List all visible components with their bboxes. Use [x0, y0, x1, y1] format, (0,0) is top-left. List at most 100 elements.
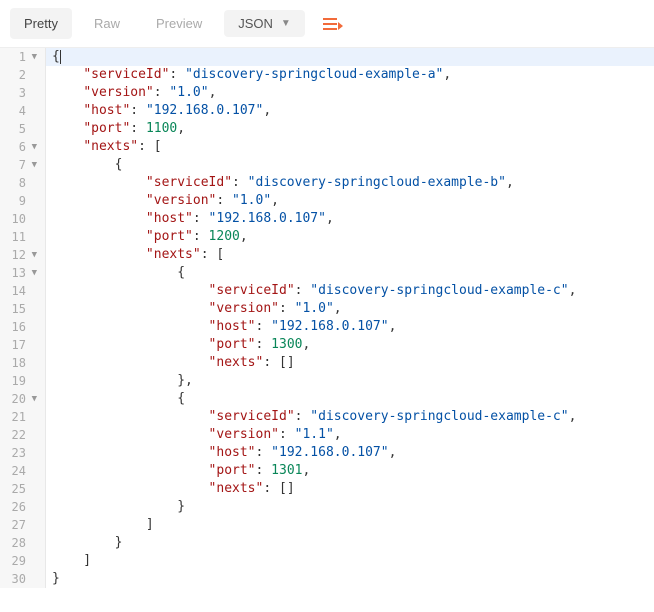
code-content: "serviceId": "discovery-springcloud-exam… [46, 408, 576, 426]
line-number: 25 [0, 480, 46, 498]
line-number: 1▼ [0, 48, 46, 66]
code-content: ] [46, 516, 154, 534]
code-line[interactable]: 7▼ { [0, 156, 654, 174]
code-line[interactable]: 9 "version": "1.0", [0, 192, 654, 210]
fold-toggle-icon[interactable]: ▼ [29, 48, 37, 66]
line-number: 14 [0, 282, 46, 300]
code-content: { [46, 264, 185, 282]
code-line[interactable]: 22 "version": "1.1", [0, 426, 654, 444]
code-content: "nexts": [] [46, 480, 295, 498]
code-line[interactable]: 23 "host": "192.168.0.107", [0, 444, 654, 462]
code-content: "nexts": [] [46, 354, 295, 372]
fold-toggle-icon[interactable]: ▼ [29, 138, 37, 156]
code-line[interactable]: 24 "port": 1301, [0, 462, 654, 480]
code-line[interactable]: 18 "nexts": [] [0, 354, 654, 372]
code-content: } [46, 498, 185, 516]
code-line[interactable]: 21 "serviceId": "discovery-springcloud-e… [0, 408, 654, 426]
code-content: "port": 1100, [46, 120, 185, 138]
line-number: 2 [0, 66, 46, 84]
fold-toggle-icon[interactable]: ▼ [29, 156, 37, 174]
line-number: 28 [0, 534, 46, 552]
code-line[interactable]: 17 "port": 1300, [0, 336, 654, 354]
code-content: "port": 1200, [46, 228, 248, 246]
code-content: { [46, 390, 185, 408]
fold-toggle-icon[interactable]: ▼ [29, 264, 37, 282]
code-content: "version": "1.0", [46, 300, 342, 318]
format-dropdown[interactable]: JSON ▼ [224, 10, 305, 37]
code-line[interactable]: 12▼ "nexts": [ [0, 246, 654, 264]
code-content: { [46, 156, 122, 174]
line-number: 21 [0, 408, 46, 426]
code-line[interactable]: 8 "serviceId": "discovery-springcloud-ex… [0, 174, 654, 192]
code-line[interactable]: 4 "host": "192.168.0.107", [0, 102, 654, 120]
code-line[interactable]: 19 }, [0, 372, 654, 390]
code-line[interactable]: 30} [0, 570, 654, 588]
line-number: 16 [0, 318, 46, 336]
fold-toggle-icon[interactable]: ▼ [29, 246, 37, 264]
line-number: 15 [0, 300, 46, 318]
code-content: "port": 1301, [46, 462, 310, 480]
code-content: "host": "192.168.0.107", [46, 210, 334, 228]
text-cursor [60, 50, 61, 64]
tab-raw[interactable]: Raw [80, 8, 134, 39]
line-number: 29 [0, 552, 46, 570]
fold-toggle-icon[interactable]: ▼ [29, 390, 37, 408]
code-line[interactable]: 26 } [0, 498, 654, 516]
code-line[interactable]: 25 "nexts": [] [0, 480, 654, 498]
code-line[interactable]: 5 "port": 1100, [0, 120, 654, 138]
code-content: "version": "1.0", [46, 84, 216, 102]
code-line[interactable]: 28 } [0, 534, 654, 552]
line-number: 20▼ [0, 390, 46, 408]
line-number: 12▼ [0, 246, 46, 264]
code-content: "serviceId": "discovery-springcloud-exam… [46, 282, 576, 300]
code-line[interactable]: 11 "port": 1200, [0, 228, 654, 246]
code-line[interactable]: 3 "version": "1.0", [0, 84, 654, 102]
line-number: 3 [0, 84, 46, 102]
code-line[interactable]: 15 "version": "1.0", [0, 300, 654, 318]
code-content: }, [46, 372, 193, 390]
code-line[interactable]: 16 "host": "192.168.0.107", [0, 318, 654, 336]
code-content: { [46, 48, 61, 66]
code-content: "version": "1.0", [46, 192, 279, 210]
view-tabs: Pretty Raw Preview JSON ▼ [0, 0, 654, 48]
line-number: 18 [0, 354, 46, 372]
line-number: 7▼ [0, 156, 46, 174]
line-number: 6▼ [0, 138, 46, 156]
code-content: } [46, 570, 60, 588]
chevron-down-icon: ▼ [281, 18, 291, 29]
line-number: 26 [0, 498, 46, 516]
line-number: 13▼ [0, 264, 46, 282]
code-content: "port": 1300, [46, 336, 310, 354]
code-line[interactable]: 2 "serviceId": "discovery-springcloud-ex… [0, 66, 654, 84]
code-content: ] [46, 552, 91, 570]
line-number: 4 [0, 102, 46, 120]
format-label: JSON [238, 16, 273, 31]
line-number: 5 [0, 120, 46, 138]
line-number: 9 [0, 192, 46, 210]
code-line[interactable]: 10 "host": "192.168.0.107", [0, 210, 654, 228]
tab-preview[interactable]: Preview [142, 8, 216, 39]
code-line[interactable]: 20▼ { [0, 390, 654, 408]
code-content: } [46, 534, 122, 552]
line-number: 8 [0, 174, 46, 192]
tab-pretty[interactable]: Pretty [10, 8, 72, 39]
line-number: 23 [0, 444, 46, 462]
json-code-viewer[interactable]: 1▼{2 "serviceId": "discovery-springcloud… [0, 48, 654, 588]
line-number: 17 [0, 336, 46, 354]
line-number: 30 [0, 570, 46, 588]
code-content: "version": "1.1", [46, 426, 342, 444]
code-content: "serviceId": "discovery-springcloud-exam… [46, 174, 514, 192]
code-content: "host": "192.168.0.107", [46, 318, 396, 336]
code-line[interactable]: 14 "serviceId": "discovery-springcloud-e… [0, 282, 654, 300]
code-line[interactable]: 1▼{ [0, 48, 654, 66]
wrap-button[interactable] [313, 11, 351, 37]
line-number: 11 [0, 228, 46, 246]
code-content: "nexts": [ [46, 138, 162, 156]
code-content: "serviceId": "discovery-springcloud-exam… [46, 66, 451, 84]
code-line[interactable]: 6▼ "nexts": [ [0, 138, 654, 156]
code-line[interactable]: 29 ] [0, 552, 654, 570]
line-number: 19 [0, 372, 46, 390]
code-line[interactable]: 27 ] [0, 516, 654, 534]
code-content: "host": "192.168.0.107", [46, 444, 396, 462]
code-line[interactable]: 13▼ { [0, 264, 654, 282]
